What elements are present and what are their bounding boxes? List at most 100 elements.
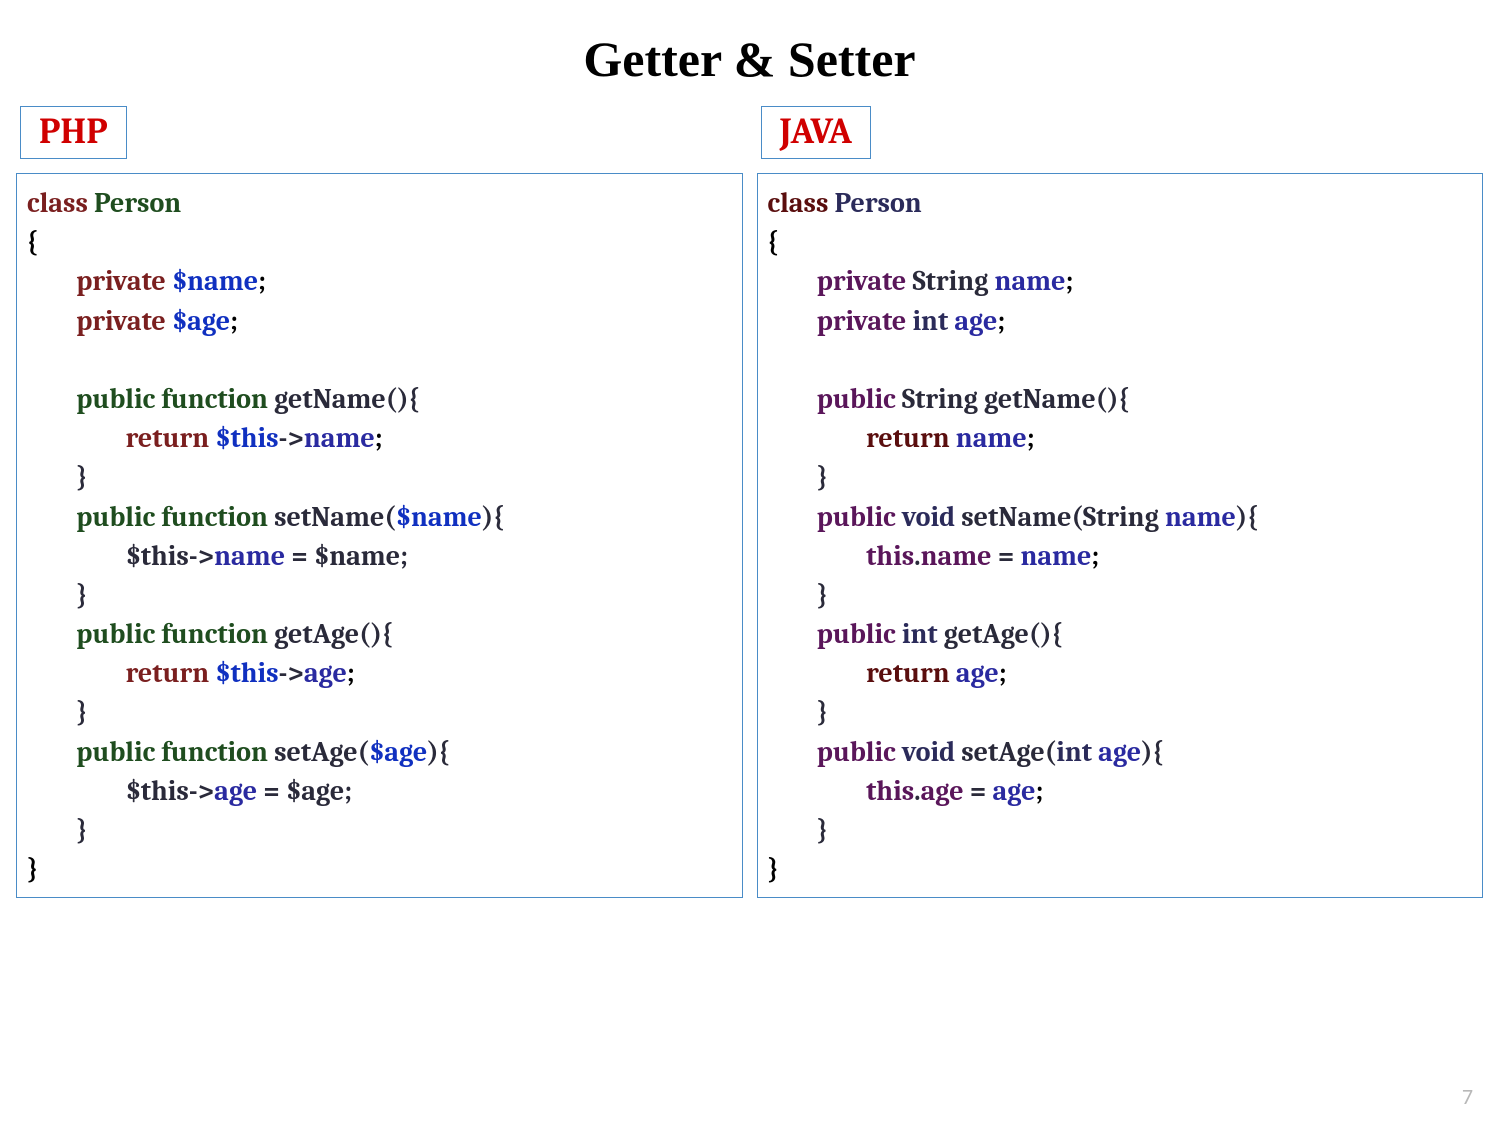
code-line: } (27, 850, 732, 889)
code-token: -> (279, 422, 304, 454)
code-token: ; (230, 305, 238, 337)
code-token (27, 736, 76, 768)
code-line: class Person (27, 184, 732, 223)
code-line: public void setName(String name){ (768, 498, 1473, 537)
code-token: $this-> (126, 540, 215, 572)
code-token (27, 501, 76, 533)
code-token: ){ (1141, 736, 1163, 768)
code-token: age (954, 305, 997, 337)
code-token: = (992, 540, 1021, 572)
code-token (768, 540, 867, 572)
code-token: age (1098, 736, 1141, 768)
code-line: private $age; (27, 302, 732, 341)
code-token: } (27, 853, 38, 885)
code-token (27, 422, 126, 454)
code-token (768, 814, 817, 846)
code-token: public (817, 383, 902, 415)
code-token: public function (76, 618, 274, 650)
code-line: { (768, 223, 1473, 262)
code-token: ; (1027, 422, 1035, 454)
code-line: private $name; (27, 262, 732, 301)
code-line: return name; (768, 419, 1473, 458)
code-token: return (866, 657, 956, 689)
code-line: } (768, 458, 1473, 497)
code-token (768, 696, 817, 728)
code-token: int (912, 305, 954, 337)
code-line: } (27, 693, 732, 732)
code-token: public (817, 736, 902, 768)
code-token: } (76, 461, 87, 493)
code-token (27, 579, 76, 611)
code-token: class (768, 187, 835, 219)
code-line: } (768, 850, 1473, 889)
code-line: return $this->name; (27, 419, 732, 458)
java-code-box: class Person{ private String name; priva… (757, 173, 1484, 898)
code-token: ; (1091, 540, 1099, 572)
code-token: public function (76, 501, 274, 533)
code-token: ; (1035, 775, 1043, 807)
code-token: } (76, 814, 87, 846)
code-token (768, 775, 867, 807)
code-token: setName(String (961, 501, 1165, 533)
code-token: public (817, 501, 902, 533)
code-token: void (902, 501, 961, 533)
code-token: Person (94, 187, 181, 219)
code-token (768, 579, 817, 611)
code-token: private (76, 265, 172, 297)
code-token (27, 618, 76, 650)
code-token: name (304, 422, 375, 454)
code-token: ; (347, 657, 355, 689)
code-token: private (76, 305, 172, 337)
code-token (768, 736, 817, 768)
code-token: } (76, 579, 87, 611)
code-token: ; (258, 265, 266, 297)
code-token: getName(){ (274, 383, 420, 415)
code-token: this (866, 540, 914, 572)
code-token (27, 775, 126, 807)
code-token: { (768, 226, 779, 258)
code-token: $age (172, 305, 230, 337)
code-line: $this->name = $name; (27, 537, 732, 576)
code-token: = (285, 540, 314, 572)
code-token: } (768, 853, 779, 885)
code-token: = (257, 775, 286, 807)
code-token (27, 305, 76, 337)
code-line: } (768, 576, 1473, 615)
code-line: } (768, 693, 1473, 732)
slide-title: Getter & Setter (10, 30, 1489, 88)
code-line: public void setAge(int age){ (768, 733, 1473, 772)
right-column: JAVA class Person{ private String name; … (757, 106, 1484, 898)
code-token: $name (396, 501, 482, 533)
code-token: } (817, 579, 828, 611)
code-token: String getName(){ (902, 383, 1130, 415)
code-line: public function setAge($age){ (27, 733, 732, 772)
code-line: public function getAge(){ (27, 615, 732, 654)
code-token (27, 540, 126, 572)
code-token: public function (76, 383, 274, 415)
code-token (768, 657, 867, 689)
code-token: ){ (427, 736, 449, 768)
code-token: name (1020, 540, 1091, 572)
code-token: age (921, 775, 964, 807)
code-token (27, 657, 126, 689)
code-token: String (912, 265, 994, 297)
code-token: ; (1065, 265, 1073, 297)
code-token: ; (375, 422, 383, 454)
code-token (27, 461, 76, 493)
code-token: return (126, 657, 216, 689)
code-token (27, 814, 76, 846)
code-token: } (817, 696, 828, 728)
code-token: = (964, 775, 993, 807)
code-line (27, 341, 732, 380)
left-column: PHP class Person{ private $name; private… (16, 106, 743, 898)
code-token: } (817, 814, 828, 846)
code-line: $this->age = $age; (27, 772, 732, 811)
code-token: int (902, 618, 944, 650)
code-token: return (126, 422, 216, 454)
code-token: $this-> (126, 775, 215, 807)
code-token: int (1056, 736, 1098, 768)
code-token: setName( (274, 501, 396, 533)
code-token: age (992, 775, 1035, 807)
code-token: $name (172, 265, 258, 297)
code-token: $this (215, 657, 278, 689)
